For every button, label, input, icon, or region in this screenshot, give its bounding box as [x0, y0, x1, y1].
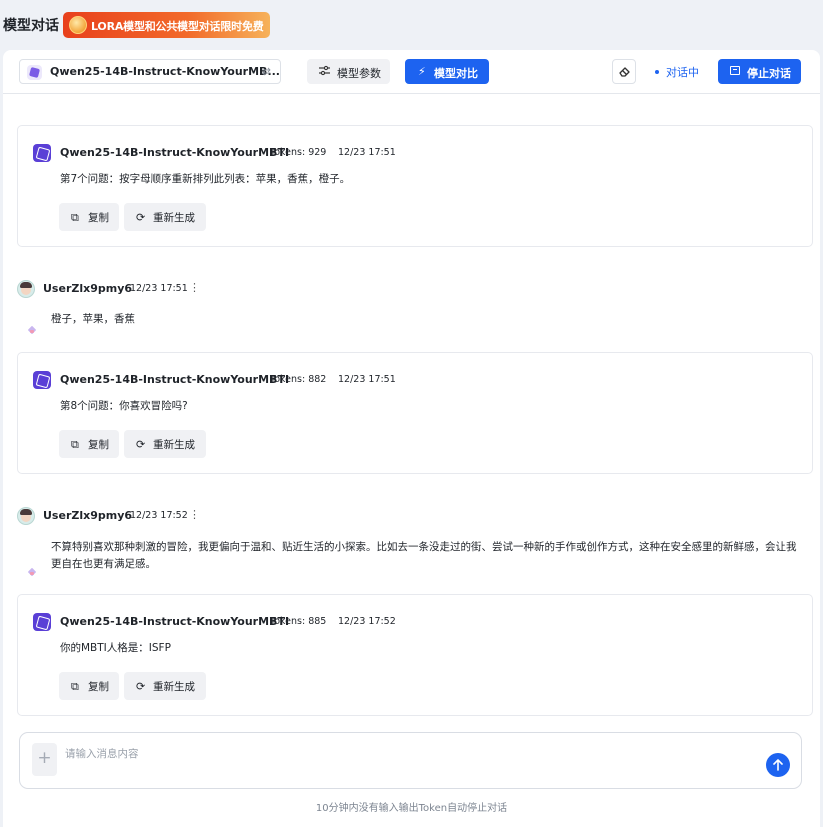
compare-icon: ⚡	[418, 65, 426, 78]
user-name: UserZlx9pmy6	[43, 282, 133, 295]
refresh-icon: ⟳	[136, 211, 146, 224]
message-time: 12/23 17:51	[338, 147, 396, 158]
model-icon	[27, 65, 42, 80]
clear-button[interactable]	[612, 59, 636, 84]
chat-panel: Qwen25-14B-Instruct-KnowYourMB... ⇄ 模型参数…	[3, 50, 820, 827]
regenerate-button[interactable]: ⟳ 重新生成	[124, 672, 206, 700]
refresh-icon: ⟳	[136, 438, 146, 451]
copy-label: 复制	[88, 681, 109, 693]
user-avatar	[17, 507, 35, 525]
model-params-label: 模型参数	[337, 67, 381, 80]
bot-avatar-icon	[33, 371, 51, 389]
copy-icon: ⧉	[71, 438, 79, 451]
message-sticker-icon	[28, 568, 36, 576]
regenerate-label: 重新生成	[153, 681, 195, 693]
regenerate-button[interactable]: ⟳ 重新生成	[124, 203, 206, 231]
token-count: Tokens: 929	[270, 147, 327, 158]
regenerate-label: 重新生成	[153, 439, 195, 451]
auto-stop-note: 10分钟内没有输入输出Token自动停止对话	[315, 803, 508, 814]
swap-icon[interactable]: ⇄	[262, 65, 271, 78]
arrow-up-icon	[773, 759, 783, 771]
model-select[interactable]: Qwen25-14B-Instruct-KnowYourMB... ⇄	[19, 59, 281, 84]
copy-label: 复制	[88, 439, 109, 451]
user-avatar	[17, 280, 35, 298]
more-options-icon[interactable]: ⋮	[189, 281, 200, 294]
regenerate-button[interactable]: ⟳ 重新生成	[124, 430, 206, 458]
more-options-icon[interactable]: ⋮	[189, 508, 200, 521]
copy-icon: ⧉	[71, 211, 79, 224]
page-title: 模型对话	[3, 18, 59, 34]
promo-text: LORA模型和公共模型对话限时免费	[91, 20, 264, 33]
copy-button[interactable]: ⧉ 复制	[59, 430, 119, 458]
user-message-header: UserZlx9pmy6 12/23 17:51 ⋮	[17, 280, 813, 300]
message-sticker-icon	[28, 326, 36, 334]
sliders-icon	[319, 65, 330, 76]
user-message-content: 橙子，苹果，香蕉	[51, 313, 135, 325]
stop-chat-label: 停止对话	[747, 67, 791, 80]
status-label: 对话中	[666, 66, 699, 79]
bot-avatar-icon	[33, 144, 51, 162]
message-content: 第8个问题：你喜欢冒险吗?	[60, 400, 188, 412]
coin-icon	[69, 16, 87, 34]
copy-button[interactable]: ⧉ 复制	[59, 203, 119, 231]
message-composer[interactable]: + 请输入消息内容	[19, 732, 802, 789]
message-input[interactable]: 请输入消息内容	[65, 746, 139, 761]
message-time: 12/23 17:52	[130, 510, 188, 521]
user-name: UserZlx9pmy6	[43, 509, 133, 522]
model-params-button[interactable]: 模型参数	[307, 59, 390, 84]
bot-message: Qwen25-14B-Instruct-KnowYourMBTI Tokens:…	[17, 594, 813, 716]
model-compare-label: 模型对比	[434, 67, 478, 80]
message-time: 12/23 17:52	[338, 616, 396, 627]
refresh-icon: ⟳	[136, 680, 146, 693]
message-content: 你的MBTI人格是：ISFP	[60, 642, 171, 654]
token-count: Tokens: 885	[270, 616, 327, 627]
bot-avatar-icon	[33, 613, 51, 631]
bot-message: Qwen25-14B-Instruct-KnowYourMBTI Tokens:…	[17, 352, 813, 474]
bot-name: Qwen25-14B-Instruct-KnowYourMBTI	[60, 373, 290, 386]
message-time: 12/23 17:51	[338, 374, 396, 385]
model-compare-button[interactable]: ⚡ 模型对比	[405, 59, 489, 84]
copy-label: 复制	[88, 212, 109, 224]
eraser-icon	[619, 67, 630, 77]
promo-banner[interactable]: LORA模型和公共模型对话限时免费	[63, 12, 270, 38]
top-bar: 模型对话 LORA模型和公共模型对话限时免费	[0, 0, 823, 48]
message-content: 第7个问题：按字母顺序重新排列此列表：苹果，香蕉，橙子。	[60, 173, 351, 185]
add-attachment-button[interactable]: +	[32, 743, 57, 776]
chat-toolbar: Qwen25-14B-Instruct-KnowYourMB... ⇄ 模型参数…	[3, 50, 820, 94]
user-message-content: 不算特别喜欢那种刺激的冒险，我更偏向于温和、贴近生活的小探索。比如去一条没走过的…	[51, 541, 797, 570]
send-button[interactable]	[766, 753, 790, 777]
bot-name: Qwen25-14B-Instruct-KnowYourMBTI	[60, 615, 290, 628]
user-message-header: UserZlx9pmy6 12/23 17:52 ⋮	[17, 507, 813, 527]
copy-icon: ⧉	[71, 680, 79, 693]
bot-message: Qwen25-14B-Instruct-KnowYourMBTI Tokens:…	[17, 125, 813, 247]
status-dot-icon	[655, 70, 659, 74]
bot-name: Qwen25-14B-Instruct-KnowYourMBTI	[60, 146, 290, 159]
stop-chat-button[interactable]: 停止对话	[718, 59, 801, 84]
regenerate-label: 重新生成	[153, 212, 195, 224]
message-time: 12/23 17:51	[130, 283, 188, 294]
token-count: Tokens: 882	[270, 374, 327, 385]
status-indicator: 对话中	[655, 64, 699, 80]
chat-box-icon	[730, 66, 740, 75]
model-name: Qwen25-14B-Instruct-KnowYourMB...	[50, 65, 280, 78]
copy-button[interactable]: ⧉ 复制	[59, 672, 119, 700]
